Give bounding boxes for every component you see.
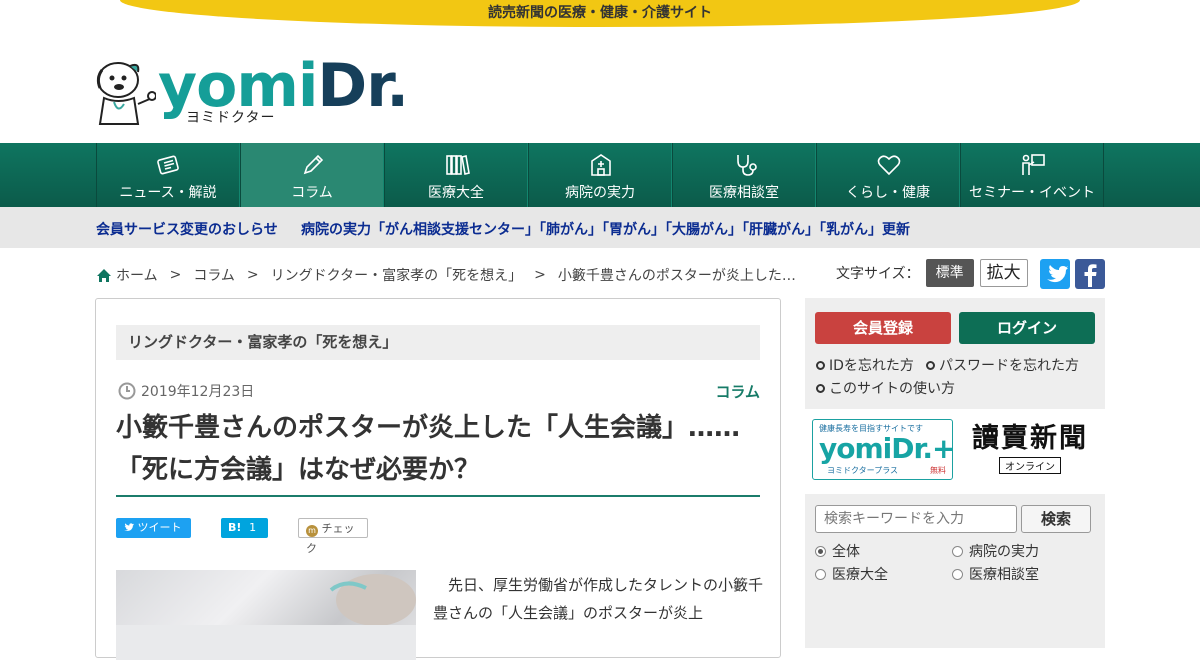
breadcrumb: ホーム > コラム > リングドクター・富家孝の「死を想え」 > 小籔千豊さんの… (96, 265, 796, 285)
search-scope-encyclopedia[interactable]: 医療大全 (815, 564, 888, 584)
login-box: 会員登録 ログイン IDを忘れた方 パスワードを忘れた方 このサイトの使い方 (805, 298, 1105, 409)
forgot-id-label: IDを忘れた方 (829, 358, 914, 374)
facebook-icon[interactable] (1075, 259, 1105, 289)
banner-plus-kana: ヨミドクタープラス (827, 466, 899, 475)
breadcrumb-current: 小籔千豊さんのポスターが炎上した… (557, 268, 796, 284)
breadcrumb-separator: > (246, 267, 259, 283)
tagline: 読売新聞の医療・健康・介護サイト (488, 5, 712, 21)
circle-bullet-icon (926, 360, 935, 370)
login-button[interactable]: ログイン (959, 312, 1095, 344)
main-nav: ニュース・解説 コラム 医療大全 病院の実力 医療相談室 くらし・健康 セミナー… (0, 143, 1200, 207)
nav-label: くらし・健康 (846, 185, 930, 201)
radio-unchecked-icon (952, 568, 963, 580)
tweet-label: ツイート (137, 521, 182, 534)
newspaper-icon (157, 155, 179, 175)
search-input[interactable]: 検索キーワードを入力 (815, 505, 1017, 533)
search-button[interactable]: 検索 (1021, 505, 1091, 533)
circle-bullet-icon (816, 383, 825, 393)
search-scope-hospital[interactable]: 病院の実力 (952, 541, 1039, 561)
logo-kana: ヨミドクター (186, 110, 276, 126)
breadcrumb-separator: > (534, 267, 546, 283)
yomiuri-online-banner[interactable]: 讀賣新聞 オンライン (962, 424, 1098, 476)
radio-unchecked-icon (952, 545, 963, 557)
nav-lifestyle[interactable]: くらし・健康 (816, 143, 960, 207)
nav-label: 医療大全 (428, 185, 484, 201)
register-button[interactable]: 会員登録 (815, 312, 951, 344)
site-guide-label: このサイトの使い方 (829, 381, 955, 397)
radio-unchecked-icon (815, 568, 826, 580)
clock-icon (118, 382, 136, 400)
logo-wordmark: yomiDr. (158, 56, 409, 116)
heart-icon (877, 155, 901, 176)
radio-checked-icon (815, 545, 826, 557)
tweet-button[interactable]: ツイート (116, 518, 191, 538)
nav-encyclopedia[interactable]: 医療大全 (384, 143, 528, 207)
date-text: 2019年12月23日 (141, 384, 255, 400)
hospital-icon (591, 154, 611, 176)
radio-label: 医療大全 (832, 567, 888, 583)
site-guide-link[interactable]: このサイトの使い方 (816, 378, 955, 398)
font-size-control: 文字サイズ： 標準 拡大 (836, 259, 1028, 287)
yomidr-plus-banner[interactable]: 健康長寿を目指すサイトです yomiDr.+ ヨミドクタープラス 無料 (812, 419, 955, 480)
breadcrumb-column[interactable]: コラム (193, 265, 235, 285)
font-size-label: 文字サイズ： (836, 266, 920, 282)
article-date: 2019年12月23日 (118, 381, 254, 401)
site-logo[interactable]: yomiDr. ヨミドクター (94, 56, 409, 128)
books-icon (446, 155, 470, 175)
home-icon (97, 268, 111, 282)
article-body: 先日、厚生労働省が作成したタレントの小籔千豊さんの「人生会議」のポスターが炎上 (433, 576, 764, 622)
mixi-icon: m (306, 525, 318, 537)
notice-bar: 会員サービス変更のおしらせ 病院の実力「がん相談支援センター」「肺がん」「胃がん… (0, 207, 1200, 248)
radio-label: 全体 (832, 544, 860, 560)
forgot-password-label: パスワードを忘れた方 (939, 358, 1079, 374)
logo-word-dr: Dr. (317, 51, 409, 121)
mixi-check-button[interactable]: m チェック (298, 518, 368, 555)
forgot-id-link[interactable]: IDを忘れた方 (816, 355, 914, 375)
pencil-icon (303, 154, 324, 175)
nav-label: ニュース・解説 (119, 185, 217, 201)
notice-link-member[interactable]: 会員サービス変更のおしらせ (96, 219, 278, 239)
forgot-password-link[interactable]: パスワードを忘れた方 (926, 355, 1079, 375)
nav-news[interactable]: ニュース・解説 (96, 143, 240, 207)
article-title: 小籔千豊さんのポスターが炎上した「人生会議」……「死に方会議」はなぜ必要か？ (116, 407, 760, 497)
nav-label: コラム (291, 185, 333, 201)
sidebar-next-box (805, 608, 1105, 648)
search-scope-all[interactable]: 全体 (815, 541, 860, 561)
radio-label: 医療相談室 (969, 567, 1039, 583)
nav-label: 病院の実力 (565, 185, 635, 201)
top-tagline-bar: 読売新聞の医療・健康・介護サイト (120, 0, 1080, 27)
radio-label: 病院の実力 (969, 544, 1039, 560)
hatena-bookmark-button[interactable]: B! 1 (221, 518, 268, 538)
breadcrumb-home[interactable]: ホーム (116, 265, 158, 285)
nav-label: セミナー・イベント (969, 185, 1095, 201)
circle-bullet-icon (816, 360, 825, 370)
banner-plus-word: yomiDr.+ (819, 432, 955, 465)
yomiuri-title: 讀賣新聞 (972, 423, 1088, 454)
nav-seminar[interactable]: セミナー・イベント (960, 143, 1104, 207)
nav-hospital[interactable]: 病院の実力 (528, 143, 672, 207)
breadcrumb-series[interactable]: リングドクター・富家孝の「死を想え」 (271, 265, 522, 285)
font-size-standard-button[interactable]: 標準 (925, 259, 974, 287)
twitter-bird-icon (123, 523, 134, 531)
hatena-count: 1 (249, 521, 257, 534)
hatena-label: B! (228, 521, 242, 534)
nav-label: 医療相談室 (709, 185, 779, 201)
font-size-large-button[interactable]: 拡大 (979, 259, 1028, 287)
breadcrumb-separator: > (169, 267, 182, 283)
series-heading[interactable]: リングドクター・富家孝の「死を想え」 (116, 325, 760, 360)
notice-link-hospital[interactable]: 病院の実力「がん相談支援センター」「肺がん」「胃がん」「大腸がん」「肝臓がん」「… (301, 219, 910, 239)
twitter-icon[interactable] (1040, 259, 1070, 289)
nav-consultation[interactable]: 医療相談室 (672, 143, 816, 207)
yomiuri-sub: オンライン (999, 457, 1061, 474)
article-card: リングドクター・富家孝の「死を想え」 2019年12月23日 コラム 小籔千豊さ… (95, 298, 781, 660)
presenter-icon (1022, 154, 1045, 175)
search-scope-consultation[interactable]: 医療相談室 (952, 564, 1039, 584)
banner-plus-free: 無料 (930, 466, 946, 475)
nav-column[interactable]: コラム (240, 143, 384, 207)
search-box: 検索キーワードを入力 検索 全体 病院の実力 医療大全 医療相談室 (805, 494, 1105, 614)
article-category-link[interactable]: コラム (715, 381, 760, 402)
article-photo (116, 570, 416, 660)
stethoscope-icon (737, 155, 757, 176)
dog-mascot-icon (94, 58, 157, 126)
